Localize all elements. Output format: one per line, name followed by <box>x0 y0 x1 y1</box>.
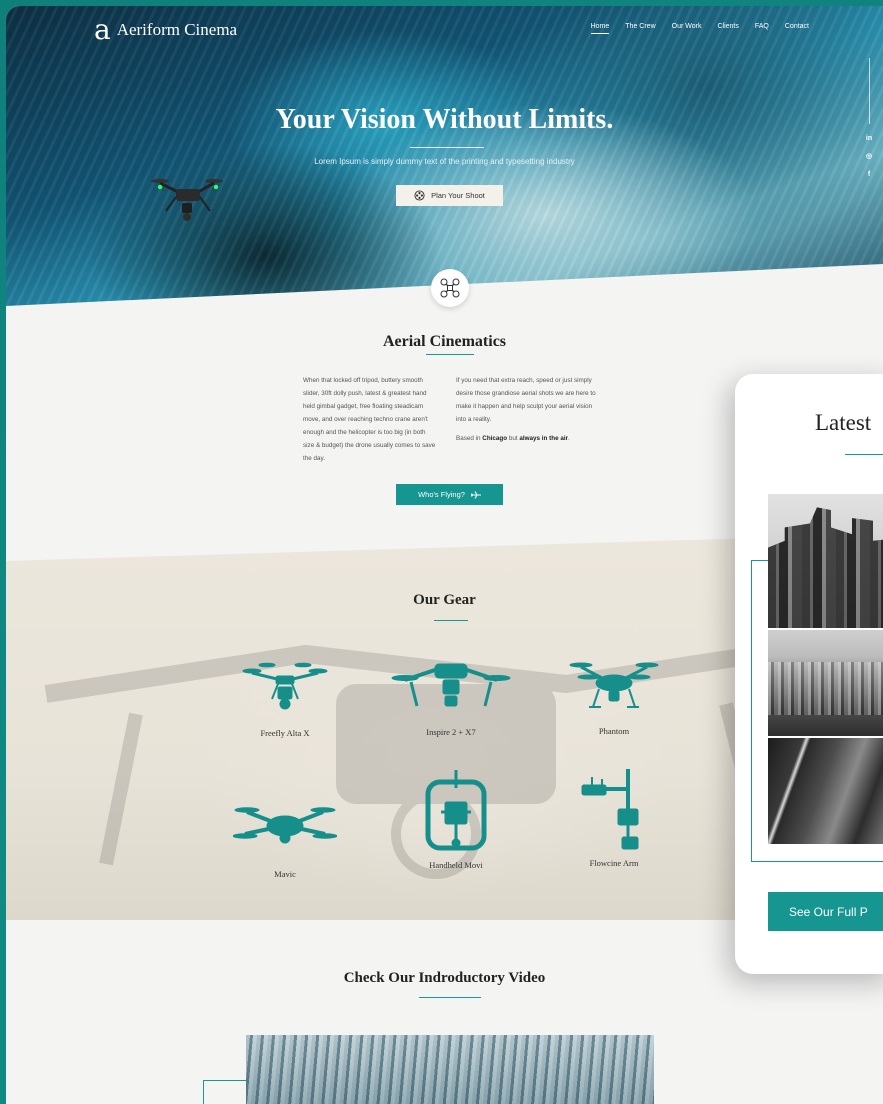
nav-link-contact[interactable]: Contact <box>785 23 809 34</box>
hero-title: Your Vision Without Limits. <box>275 104 614 135</box>
inspire-drone-icon <box>391 663 511 707</box>
gear-item-flowcine-arm[interactable]: Flowcine Arm <box>544 765 684 868</box>
gear-label: Flowcine Arm <box>589 858 639 868</box>
always-in-air-text: always in the air <box>519 435 569 442</box>
gear-item-inspire-2[interactable]: Inspire 2 + X7 <box>381 654 521 737</box>
mavic-drone-icon <box>232 807 338 844</box>
hero-drone-image <box>151 179 223 221</box>
latest-work-card: Latest See Our Full P <box>735 374 883 974</box>
top-navigation: a Aeriform Cinema Home The Crew Our Work… <box>6 13 883 46</box>
nav-link-faq[interactable]: FAQ <box>755 23 769 34</box>
gear-label: Phantom <box>598 726 630 736</box>
city-text: Chicago <box>482 435 508 442</box>
gear-item-handheld-movi[interactable]: Handheld Movi <box>386 768 526 870</box>
gear-item-mavic[interactable]: Mavic <box>215 796 355 879</box>
logo-mark-icon: a <box>94 13 111 46</box>
airplane-icon <box>470 490 481 499</box>
aerial-paragraph-3: Based in Chicago but always in the air. <box>456 432 596 445</box>
intro-video-thumbnail[interactable] <box>246 1035 654 1104</box>
hero-section <box>6 6 883 306</box>
plan-your-shoot-label: Plan Your Shoot <box>431 191 485 200</box>
nav-link-clients[interactable]: Clients <box>717 23 738 34</box>
drone-badge <box>431 269 469 307</box>
gear-label: Handheld Movi <box>429 860 483 870</box>
hero-divider <box>410 147 484 148</box>
whos-flying-button[interactable]: Who's Flying? <box>396 484 503 505</box>
brand-name: Aeriform Cinema <box>116 20 238 39</box>
nav-link-our-work[interactable]: Our Work <box>672 23 702 34</box>
brand-logo[interactable]: a Aeriform Cinema <box>94 13 238 46</box>
gimbal-icon <box>425 770 487 851</box>
gear-item-phantom[interactable]: Phantom <box>544 655 684 736</box>
gear-divider <box>434 620 468 621</box>
whos-flying-label: Who's Flying? <box>418 490 465 499</box>
gear-item-freefly-alta-x[interactable]: Freefly Alta X <box>215 659 355 738</box>
aerial-divider <box>426 354 474 355</box>
latest-divider <box>845 454 883 455</box>
gear-label: Freefly Alta X <box>260 728 310 738</box>
hero-subtitle: Lorem Ipsum is simply dummy text of the … <box>314 157 575 166</box>
gear-label: Mavic <box>274 869 296 879</box>
but-text: but <box>507 435 520 442</box>
nav-link-home[interactable]: Home <box>590 23 610 34</box>
latest-title: Latest <box>815 410 872 435</box>
video-frame-accent <box>203 1080 251 1104</box>
aerial-paragraph-1: When that locked off tripod, buttery smo… <box>303 377 436 462</box>
main-menu: Home The Crew Our Work Clients FAQ Conta… <box>590 23 809 34</box>
camera-arm-icon <box>581 769 639 850</box>
plan-your-shoot-button[interactable]: Plan Your Shoot <box>396 185 503 206</box>
aerial-cinematics-title: Aerial Cinematics <box>382 333 507 350</box>
film-reel-icon <box>414 190 425 201</box>
aerial-column-right: If you need that extra reach, speed or j… <box>456 374 596 451</box>
facebook-icon[interactable]: f <box>868 166 870 184</box>
quadcopter-icon <box>569 662 659 708</box>
based-in-text: Based in <box>456 435 483 442</box>
period-text: . <box>568 435 570 442</box>
see-full-portfolio-button[interactable]: See Our Full P <box>768 892 883 931</box>
city-panorama-photo[interactable] <box>768 630 883 736</box>
aerial-paragraph-2: If you need that extra reach, speed or j… <box>456 377 596 423</box>
nav-link-the-crew[interactable]: The Crew <box>625 23 655 34</box>
aerial-column-left: When that locked off tripod, buttery smo… <box>303 374 438 471</box>
canyon-photo[interactable] <box>768 738 883 844</box>
drone-emblem-icon <box>440 278 460 298</box>
hexacopter-icon <box>242 662 328 710</box>
gear-label: Inspire 2 + X7 <box>426 727 476 737</box>
video-divider <box>419 997 481 998</box>
